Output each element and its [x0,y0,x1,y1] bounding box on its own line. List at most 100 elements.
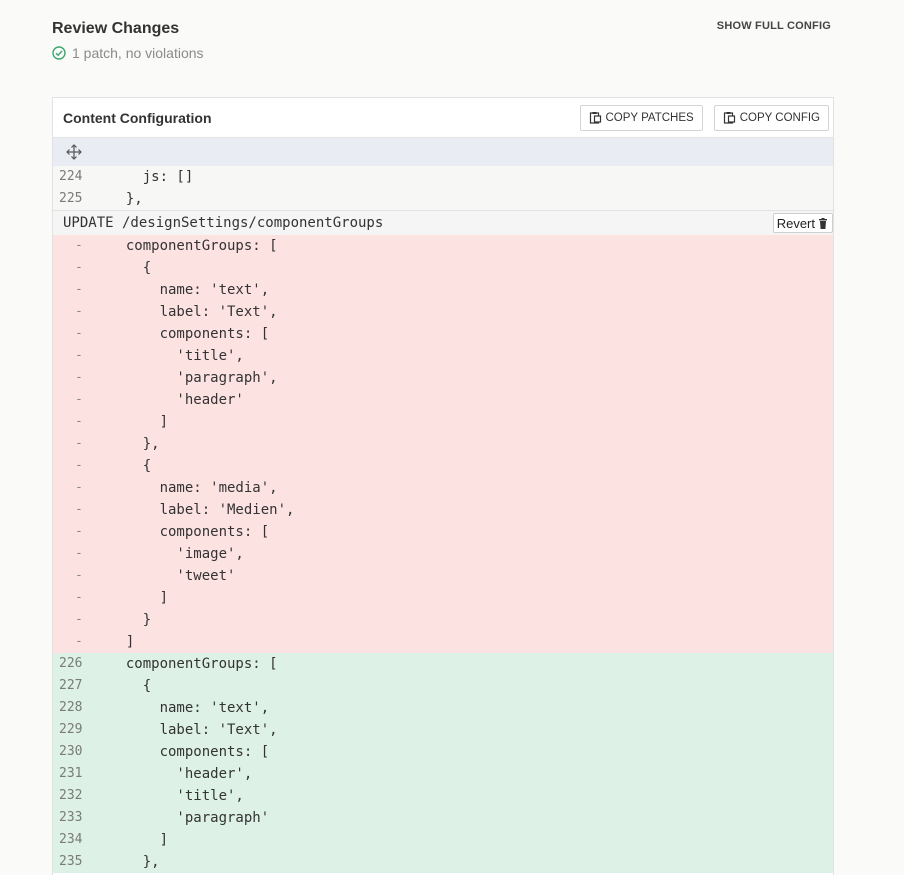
line-text: 'tweet' [109,568,236,584]
line-text: label: 'Medien', [109,502,295,518]
removed-marker: - [75,568,83,583]
removed-line: - 'paragraph', [53,367,833,389]
review-page: Review Changes 1 patch, no violations SH… [0,0,904,875]
line-text: 'title', [109,788,244,804]
line-text: components: [ [109,524,270,540]
removed-marker: - [75,348,83,363]
removed-line: - 'tweet' [53,565,833,587]
line-text: 'title', [109,348,244,364]
added-line: 235 }, [53,851,833,873]
line-number: 224 [59,169,83,184]
line-text: { [109,260,152,276]
removed-line: - 'image', [53,543,833,565]
removed-marker: - [75,414,83,429]
clipboard-icon [723,112,735,124]
config-panel: Content Configuration COPY PATCHES COPY … [52,97,834,875]
line-text: label: 'Text', [109,304,278,320]
added-line: 229 label: 'Text', [53,719,833,741]
removed-marker: - [75,458,83,473]
line-text: components: [ [109,326,270,342]
line-text: ] [109,414,169,430]
removed-marker: - [75,238,83,253]
removed-marker: - [75,546,83,561]
clipboard-icon [589,112,601,124]
removed-marker: - [75,326,83,341]
removed-line: - 'title', [53,345,833,367]
added-line: 231 'header', [53,763,833,785]
copy-patches-button[interactable]: COPY PATCHES [579,104,703,131]
added-line: 230 components: [ [53,741,833,763]
removed-line: - label: 'Medien', [53,499,833,521]
added-line: 226 componentGroups: [ [53,653,833,675]
added-line: 234 ] [53,829,833,851]
removed-line: - 'header' [53,389,833,411]
copy-patches-label: COPY PATCHES [605,111,694,124]
removed-line: - ] [53,631,833,653]
context-line: 224 js: [] [53,166,833,188]
copy-config-button[interactable]: COPY CONFIG [713,104,829,131]
panel-header: Content Configuration COPY PATCHES COPY … [53,98,833,138]
removed-line: - { [53,257,833,279]
review-status: 1 patch, no violations [52,45,204,61]
removed-marker: - [75,480,83,495]
patch-operation: UPDATE /designSettings/componentGroups [63,215,384,231]
added-line: 228 name: 'text', [53,697,833,719]
removed-marker: - [75,612,83,627]
patch-header: UPDATE /designSettings/componentGroups R… [53,210,833,235]
diff-view: 224 js: [] 225 }, UPDATE /designSettings… [53,166,833,873]
line-text: components: [ [109,744,270,760]
line-number: 232 [59,788,83,803]
added-line: 227 { [53,675,833,697]
removed-line: - } [53,609,833,631]
removed-line: - ] [53,587,833,609]
line-text: 'header', [109,766,253,782]
line-text: name: 'media', [109,480,278,496]
line-text: 'header' [109,392,244,408]
show-full-config-button[interactable]: SHOW FULL CONFIG [717,20,831,32]
line-number: 235 [59,854,83,869]
line-number: 230 [59,744,83,759]
removed-line: - name: 'text', [53,279,833,301]
removed-marker: - [75,304,83,319]
removed-line: - { [53,455,833,477]
copy-config-label: COPY CONFIG [739,111,820,124]
line-text: js: [] [109,169,194,185]
review-title: Review Changes [52,20,180,37]
context-line: 225 }, [53,188,833,210]
removed-line: - componentGroups: [ [53,235,833,257]
line-text: }, [109,436,160,452]
panel-title: Content Configuration [63,109,212,126]
line-text: { [109,458,152,474]
line-number: 229 [59,722,83,737]
line-text: 'paragraph', [109,370,278,386]
trash-icon [819,217,827,229]
removed-marker: - [75,634,83,649]
removed-line: - components: [ [53,521,833,543]
removed-line: - }, [53,433,833,455]
line-text: ] [109,832,169,848]
line-text: }, [109,854,160,870]
removed-marker: - [75,370,83,385]
line-number: 234 [59,832,83,847]
removed-marker: - [75,436,83,451]
line-text: 'image', [109,546,244,562]
removed-line: - label: 'Text', [53,301,833,323]
added-line: 232 'title', [53,785,833,807]
expand-context-row[interactable] [53,138,833,166]
removed-line: - components: [ [53,323,833,345]
revert-label: Revert [776,215,815,231]
line-number: 226 [59,656,83,671]
line-text: ] [109,590,169,606]
check-circle-icon [52,46,66,60]
added-line: 233 'paragraph' [53,807,833,829]
line-text: componentGroups: [ [109,238,278,254]
line-number: 231 [59,766,83,781]
line-text: }, [109,191,143,207]
line-number: 233 [59,810,83,825]
line-text: { [109,678,152,694]
expand-arrows-icon[interactable] [65,143,83,161]
revert-button[interactable]: Revert [772,213,833,233]
line-number: 225 [59,191,83,206]
added-lines: 226 componentGroups: [ 227 { 228 name: '… [53,653,833,873]
line-text: name: 'text', [109,282,270,298]
